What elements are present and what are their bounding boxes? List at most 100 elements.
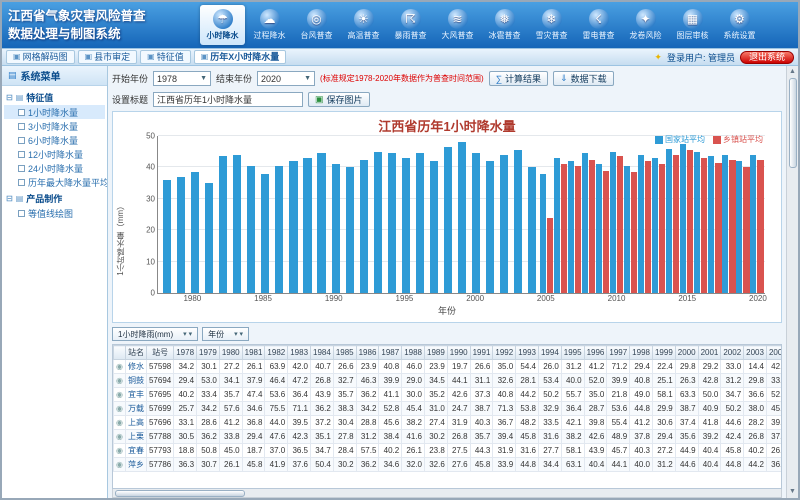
sidebar-group-header[interactable]: ⊟▤特征值	[4, 90, 105, 105]
toolbar-item-typhoon[interactable]: ◎台风普查	[294, 5, 339, 45]
sidebar-item[interactable]: 历年最大降水量平均值图	[4, 175, 105, 189]
table-row[interactable]: ◉上高5769633.128.641.236.844.039.537.230.4…	[114, 416, 783, 430]
bar-township	[603, 171, 609, 293]
value-cell: 54.4	[516, 360, 539, 374]
bar-group	[441, 136, 455, 293]
bar-township	[715, 163, 721, 293]
value-cell: 45.7	[607, 444, 630, 458]
bar-national	[444, 147, 452, 293]
year-column-header: 2004	[766, 346, 782, 360]
bar-national	[722, 155, 728, 293]
controls-row-2: 设置标题 ▣ 保存图片	[112, 90, 782, 109]
bar-group	[385, 136, 399, 293]
bar-national	[624, 166, 630, 293]
sidebar-group-header[interactable]: ⊟▤产品制作	[4, 191, 105, 206]
value-cell: 28.7	[584, 402, 607, 416]
scroll-up-icon[interactable]: ▲	[789, 66, 796, 78]
tab-2[interactable]: ▣特征值	[140, 50, 191, 64]
row-expand-icon[interactable]: ◉	[114, 374, 126, 388]
horizontal-scrollbar-thumb[interactable]	[115, 490, 245, 497]
data-table-container[interactable]: 站名站号197819791980198119821983198419851986…	[112, 344, 782, 489]
row-expand-icon[interactable]: ◉	[114, 416, 126, 430]
toolbar-item-rain-hour[interactable]: ☂小时降水	[200, 5, 245, 45]
table-row[interactable]: ◉宜春5779318.850.845.018.737.036.534.728.4…	[114, 444, 783, 458]
checkbox-icon[interactable]	[18, 109, 25, 116]
year-column-header: 1999	[652, 346, 675, 360]
table-row[interactable]: ◉修水5759834.230.127.226.163.942.040.726.6…	[114, 360, 783, 374]
value-cell: 28.2	[744, 416, 767, 430]
toolbar-item-label: 大风普查	[442, 30, 474, 41]
value-cell: 32.6	[493, 374, 516, 388]
value-cell: 39.8	[584, 416, 607, 430]
toolbar-item-settings[interactable]: ⚙系统设置	[717, 5, 762, 45]
row-expand-icon[interactable]: ◉	[114, 388, 126, 402]
vertical-scrollbar[interactable]: ▲ ▼	[786, 66, 798, 498]
station-id-cell: 57598	[146, 360, 173, 374]
value-filter-select[interactable]: 1小时降雨(mm) ▾ ▾	[112, 327, 198, 341]
id-column-header: 站号	[146, 346, 173, 360]
sidebar-item[interactable]: 6小时降水量	[4, 133, 105, 147]
table-row[interactable]: ◉万载5769925.734.257.634.675.571.136.238.3…	[114, 402, 783, 416]
toolbar-item-lightning[interactable]: ☇雷电普查	[576, 5, 621, 45]
toolbar-item-rainstorm[interactable]: ☈暴雨普查	[388, 5, 433, 45]
value-cell: 37.4	[675, 416, 698, 430]
value-cell: 31.1	[470, 374, 493, 388]
sidebar-item[interactable]: 3小时降水量	[4, 119, 105, 133]
year-filter-select[interactable]: 年份 ▾ ▾	[202, 327, 249, 341]
year-column-header: 1996	[584, 346, 607, 360]
checkbox-icon[interactable]	[18, 137, 25, 144]
download-button[interactable]: ⇓ 数据下载	[553, 71, 614, 86]
scroll-down-icon[interactable]: ▼	[789, 486, 796, 498]
row-expand-icon[interactable]: ◉	[114, 430, 126, 444]
toolbar-item-wind[interactable]: ≋大风普查	[435, 5, 480, 45]
sidebar-item[interactable]: 等值线绘图	[4, 206, 105, 220]
value-cell: 35.7	[219, 388, 242, 402]
tab-1[interactable]: ▣县市审定	[78, 50, 138, 64]
toolbar-item-layer-review[interactable]: ▦图层审核	[670, 5, 715, 45]
value-cell: 23.9	[356, 360, 379, 374]
value-cell: 42.0	[288, 360, 311, 374]
toolbar-item-high-temp[interactable]: ☀高温普查	[341, 5, 386, 45]
row-expand-icon[interactable]: ◉	[114, 458, 126, 472]
value-cell: 36.4	[288, 388, 311, 402]
sidebar-item[interactable]: 24小时降水量	[4, 161, 105, 175]
row-expand-icon[interactable]: ◉	[114, 402, 126, 416]
toolbar-item-rain-process[interactable]: ☁过程降水	[247, 5, 292, 45]
value-cell: 44.1	[447, 374, 470, 388]
checkbox-icon[interactable]	[18, 123, 25, 130]
value-cell: 25.1	[652, 374, 675, 388]
bar-national	[652, 158, 658, 293]
toolbar-item-snow[interactable]: ❄雪灾普查	[529, 5, 574, 45]
tab-0[interactable]: ▣网格解码图	[6, 50, 75, 64]
value-cell: 21.8	[607, 388, 630, 402]
calculate-button[interactable]: ∑ 计算结果	[489, 71, 548, 86]
table-row[interactable]: ◉宜丰5769540.233.435.747.453.636.443.935.7…	[114, 388, 783, 402]
logout-button[interactable]: 退出系统	[740, 51, 794, 64]
checkbox-icon[interactable]	[18, 179, 25, 186]
value-cell: 26.8	[447, 430, 470, 444]
row-expand-icon[interactable]: ◉	[114, 444, 126, 458]
sidebar-item[interactable]: 1小时降水量	[4, 105, 105, 119]
sidebar-item[interactable]: 12小时降水量	[4, 147, 105, 161]
checkbox-icon[interactable]	[18, 210, 25, 217]
key-icon: ✦	[654, 52, 662, 63]
start-year-select[interactable]: 1978 ▼	[153, 71, 211, 86]
checkbox-icon[interactable]	[18, 165, 25, 172]
value-cell: 38.2	[402, 416, 425, 430]
vertical-scrollbar-thumb[interactable]	[789, 78, 797, 168]
save-image-button[interactable]: ▣ 保存图片	[308, 92, 370, 107]
end-year-select[interactable]: 2020 ▼	[257, 71, 315, 86]
table-row[interactable]: ◉萍乡5778636.330.726.145.841.937.650.430.2…	[114, 458, 783, 472]
horizontal-scrollbar[interactable]	[112, 489, 782, 498]
value-cell: 46.4	[265, 374, 288, 388]
bar-group	[610, 136, 624, 293]
bar-national	[528, 167, 536, 293]
checkbox-icon[interactable]	[18, 151, 25, 158]
chart-title-input[interactable]	[153, 92, 303, 107]
toolbar-item-tornado[interactable]: ✦龙卷风险	[623, 5, 668, 45]
tab-3[interactable]: ▣历年X小时降水量	[194, 50, 287, 64]
toolbar-item-hail[interactable]: ❅冰雹普查	[482, 5, 527, 45]
table-row[interactable]: ◉上栗5778830.536.233.829.447.642.335.127.8…	[114, 430, 783, 444]
row-expand-icon[interactable]: ◉	[114, 360, 126, 374]
table-row[interactable]: ◉铜鼓5769429.453.034.137.946.447.226.832.7…	[114, 374, 783, 388]
